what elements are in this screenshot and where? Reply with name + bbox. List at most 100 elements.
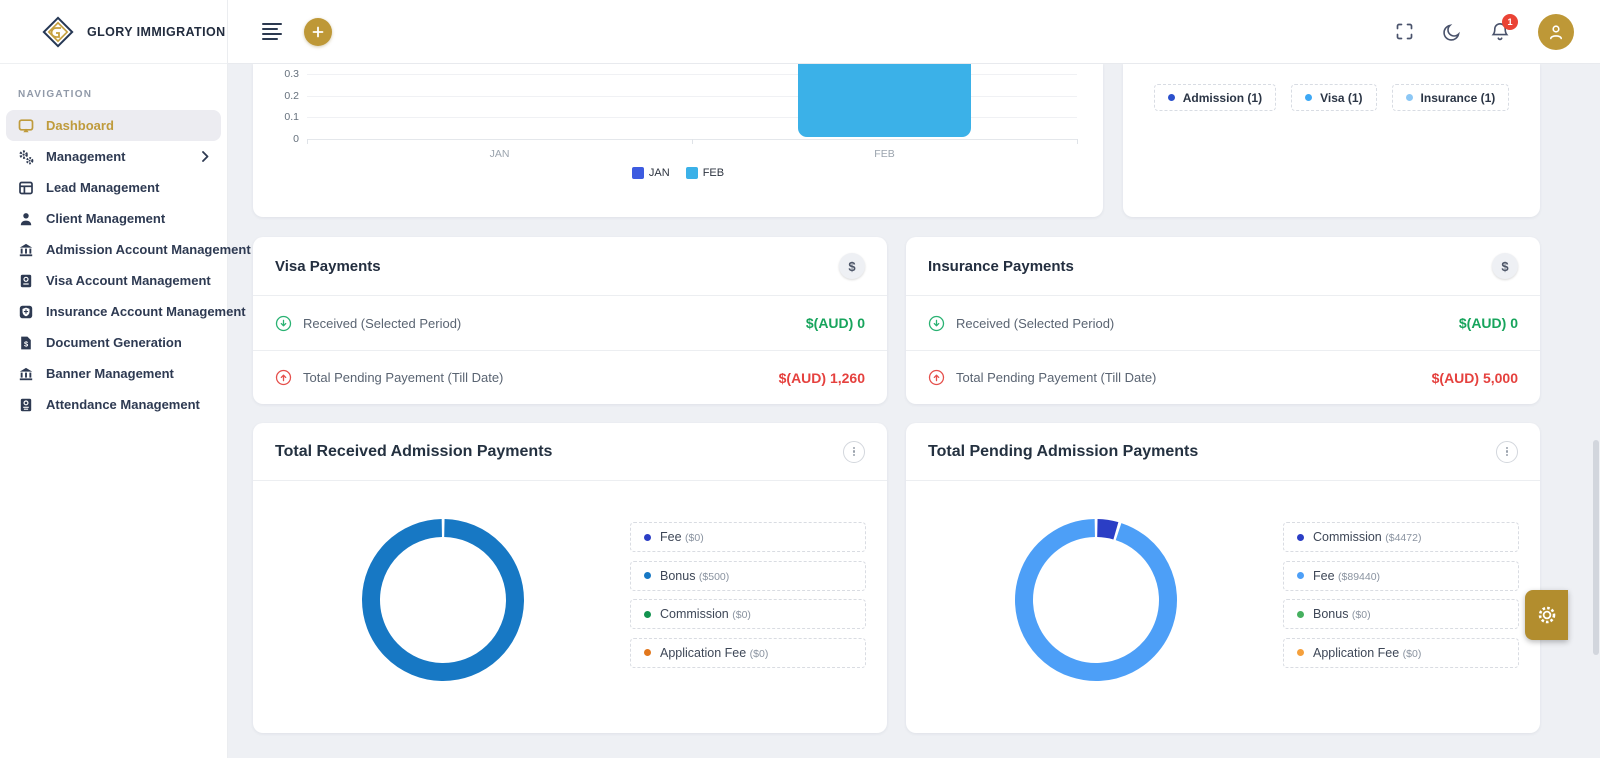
arrow-up-circle-icon — [928, 369, 945, 386]
legend-dot — [1297, 533, 1304, 541]
more-options-icon[interactable] — [843, 440, 865, 463]
settings-gear-button[interactable] — [1525, 590, 1568, 640]
bank-icon — [18, 242, 34, 258]
x-axis-tickmark — [1077, 139, 1078, 144]
add-button[interactable] — [304, 17, 332, 46]
arrow-down-circle-icon — [928, 315, 945, 332]
dark-mode-icon[interactable] — [1442, 22, 1462, 42]
pending-admission-payments-card: Total Pending Admission Payments Commiss… — [906, 423, 1540, 733]
more-options-icon[interactable] — [1496, 440, 1518, 463]
payment-row-value: $(AUD) 0 — [805, 315, 865, 331]
chip-visa[interactable]: Visa (1) — [1291, 84, 1377, 111]
payment-row-value: $(AUD) 5,000 — [1431, 369, 1518, 386]
sidebar-item-admission-account-management[interactable]: Admission Account Management — [6, 234, 251, 265]
gear-icon — [1538, 606, 1555, 624]
chip-label: Visa (1) — [1320, 90, 1363, 105]
legend-item-bonus[interactable]: Bonus ($0) — [1283, 599, 1519, 629]
sidebar-item-client-management[interactable]: Client Management — [6, 203, 221, 234]
legend-label: Bonus ($0) — [1313, 607, 1371, 621]
legend-dot — [644, 533, 651, 541]
chip-label: Insurance (1) — [1420, 90, 1496, 105]
sidebar-item-label: Lead Management — [46, 180, 160, 195]
bar-feb[interactable] — [798, 64, 971, 137]
sidebar-item-dashboard[interactable]: Dashboard — [6, 110, 221, 141]
x-axis-tickmark — [307, 139, 308, 144]
brand-logo[interactable]: GLORY IMMIGRATION — [0, 0, 227, 64]
payment-row-value: $(AUD) 0 — [1458, 315, 1518, 331]
legend-amount: ($0) — [1351, 609, 1371, 621]
legend-item-bonus[interactable]: Bonus ($500) — [630, 560, 866, 591]
sidebar-item-insurance-account-management[interactable]: Insurance Account Management — [6, 296, 246, 327]
legend-item-fee[interactable]: Fee ($89440) — [1283, 560, 1519, 591]
plus-icon — [312, 26, 324, 37]
legend-item-jan[interactable]: JAN — [631, 167, 670, 179]
legend-label: Commission ($4472) — [1313, 530, 1422, 544]
donut-slice-fee[interactable] — [1006, 510, 1186, 690]
user-icon — [18, 211, 34, 227]
passport-icon — [18, 273, 34, 289]
payment-row-label: Received (Selected Period) — [303, 315, 462, 331]
sidebar-item-label: Attendance Management — [46, 397, 200, 412]
legend-swatch — [631, 167, 644, 179]
notifications-icon[interactable]: 1 — [1490, 14, 1518, 42]
sidebar-item-lead-management[interactable]: Lead Management — [6, 172, 221, 203]
id-book-icon — [18, 397, 34, 413]
vertical-scrollbar[interactable] — [1593, 440, 1599, 655]
chip-insurance[interactable]: Insurance (1) — [1391, 84, 1510, 111]
legend-item-commission[interactable]: Commission ($4472) — [1283, 522, 1519, 552]
legend-item-feb[interactable]: FEB — [685, 167, 724, 179]
payment-row-total-pending-payement-till-date-: Total Pending Payement (Till Date) $(AUD)… — [906, 350, 1540, 404]
legend-item-application-fee[interactable]: Application Fee ($0) — [630, 637, 866, 668]
donut-slice-bonus[interactable] — [362, 519, 524, 681]
sidebar-item-visa-account-management[interactable]: Visa Account Management — [6, 265, 221, 296]
payment-row-label: Total Pending Payement (Till Date) — [956, 370, 1157, 385]
fullscreen-icon[interactable] — [1395, 22, 1414, 41]
y-axis-tick-label: 0 — [293, 133, 299, 145]
legend-dot — [1297, 649, 1304, 656]
payment-row-received-selected-period-: Received (Selected Period) $(AUD) 0 — [906, 296, 1540, 350]
legend-label: Commission ($0) — [660, 607, 751, 621]
sidebar-item-label: Insurance Account Management — [46, 304, 246, 319]
chart-legend: JAN FEB — [253, 167, 1103, 179]
avatar[interactable] — [1538, 13, 1574, 50]
y-axis-tick-label: 0.2 — [284, 89, 299, 102]
legend-label: Fee ($89440) — [1313, 568, 1381, 583]
dollar-badge-icon[interactable]: $ — [839, 253, 865, 279]
legend-item-application-fee[interactable]: Application Fee ($0) — [1283, 637, 1519, 668]
payment-row-total-pending-payement-till-date-: Total Pending Payement (Till Date) $(AUD)… — [253, 350, 887, 404]
legend-amount: ($4472) — [1385, 532, 1422, 544]
payment-row-label: Received (Selected Period) — [956, 315, 1115, 331]
shield-icon — [18, 304, 34, 320]
received-admission-payments-card: Total Received Admission Payments Fee ($… — [253, 423, 887, 733]
legend-dot — [1297, 610, 1304, 618]
dashboard-screen-icon — [18, 118, 34, 134]
dollar-badge-icon[interactable]: $ — [1492, 253, 1518, 279]
sidebar-item-label: Banner Management — [46, 366, 174, 381]
card-title: Insurance Payments — [928, 257, 1074, 275]
legend-item-commission[interactable]: Commission ($0) — [630, 599, 866, 629]
notification-badge: 1 — [1502, 14, 1518, 30]
legend-item-fee[interactable]: Fee ($0) — [630, 522, 866, 552]
sidebar-item-management[interactable]: Management — [6, 141, 221, 172]
legend-label: Application Fee ($0) — [660, 645, 769, 660]
nav-section-label: NAVIGATION — [18, 89, 93, 100]
legend-amount: ($0) — [749, 647, 769, 660]
payment-row-value: $(AUD) 1,260 — [778, 369, 865, 386]
gears-icon — [18, 149, 34, 165]
y-axis-tick-label: 0.3 — [284, 67, 299, 80]
arrow-up-circle-icon — [275, 369, 292, 386]
sidebar-item-label: Client Management — [46, 211, 166, 226]
donut-chart — [353, 510, 533, 690]
x-axis-label: JAN — [489, 148, 510, 160]
sidebar-item-banner-management[interactable]: Banner Management — [6, 358, 221, 389]
card-title: Visa Payments — [275, 257, 381, 275]
y-axis-tick-label: 0.1 — [284, 111, 299, 124]
menu-icon[interactable] — [262, 22, 282, 41]
legend-dot — [644, 572, 651, 579]
glory-immigration-logo-icon — [42, 15, 74, 48]
payment-row-label: Total Pending Payement (Till Date) — [303, 370, 504, 385]
sidebar-item-attendance-management[interactable]: Attendance Management — [6, 389, 221, 420]
sidebar-item-document-generation[interactable]: $ Document Generation — [6, 327, 221, 358]
sidebar-item-label: Visa Account Management — [46, 273, 211, 288]
chip-admission[interactable]: Admission (1) — [1153, 84, 1277, 111]
